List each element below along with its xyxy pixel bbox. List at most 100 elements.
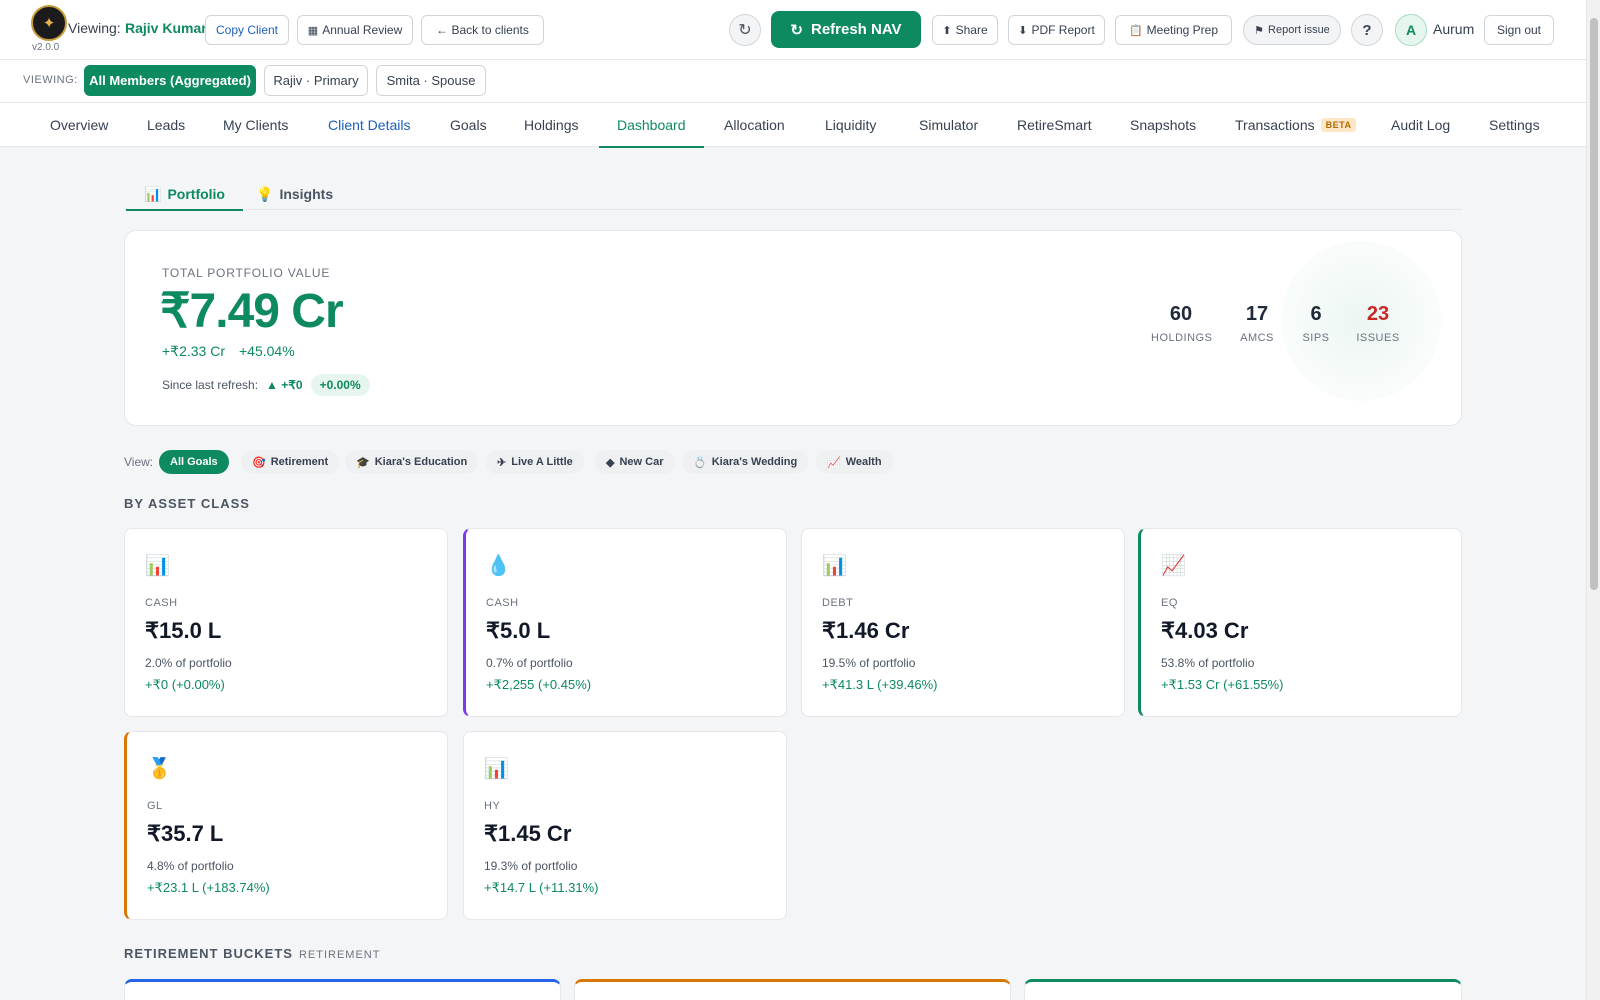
calendar-icon: ▦ <box>307 24 319 37</box>
goal-chip-retirement[interactable]: 🎯 Retirement <box>241 450 340 474</box>
member-chip-smita[interactable]: Smita · Spouse <box>376 65 486 96</box>
total-label: TOTAL PORTFOLIO VALUE <box>162 266 331 280</box>
since-pct: +0.00% <box>310 374 370 396</box>
tab-client-details[interactable]: Client Details <box>328 103 410 147</box>
airplane-icon: ✈ <box>497 456 507 469</box>
asset-portfolio-pct: 19.3% of portfolio <box>484 859 578 873</box>
goal-chip-wedding[interactable]: 💍 Kiara's Wedding <box>682 450 809 474</box>
asset-value: ₹35.7 L <box>147 821 224 846</box>
download-icon: ⬇ <box>1018 24 1028 37</box>
asset-card-hybrid[interactable]: 📊 HY ₹1.45 Cr 19.3% of portfolio +₹14.7 … <box>463 731 787 920</box>
asset-portfolio-pct: 2.0% of portfolio <box>145 656 232 670</box>
tab-dashboard[interactable]: Dashboard <box>599 103 703 148</box>
asset-value: ₹1.46 Cr <box>822 618 910 643</box>
goal-chip-live-a-little[interactable]: ✈ Live A Little <box>486 450 584 474</box>
meeting-prep-button[interactable]: 📋 Meeting Prep <box>1115 15 1232 45</box>
tab-leads[interactable]: Leads <box>147 103 185 147</box>
asset-gain: +₹0 (+0.00%) <box>145 677 225 692</box>
tab-settings[interactable]: Settings <box>1489 103 1540 147</box>
since-delta: ▲ +₹0 <box>266 378 303 392</box>
total-gain: +₹2.33 Cr +45.04% <box>162 343 295 360</box>
total-value: ₹7.49 Cr <box>160 285 344 338</box>
stat-amcs-value: 17 <box>1245 303 1269 325</box>
stat-amcs[interactable]: 17 AMCS <box>1237 303 1277 344</box>
subtab-portfolio-label: Portfolio <box>167 186 225 202</box>
tab-simulator[interactable]: Simulator <box>919 103 978 147</box>
meeting-prep-label: Meeting Prep <box>1146 23 1219 37</box>
tab-snapshots[interactable]: Snapshots <box>1130 103 1196 147</box>
refresh-nav-button[interactable]: ↻ Refresh NAV <box>771 11 921 48</box>
back-to-clients-label: ← Back to clients <box>436 23 529 37</box>
retirement-buckets-heading: RETIREMENT BUCKETS RETIREMENT <box>124 946 380 961</box>
refresh-nav-label: Refresh NAV <box>810 21 902 38</box>
top-bar: ✦ v2.0.0 Viewing: Rajiv Kumar Copy Clien… <box>0 0 1586 60</box>
total-portfolio-card: TOTAL PORTFOLIO VALUE ₹7.49 Cr +₹2.33 Cr… <box>124 230 1462 426</box>
help-button[interactable]: ? <box>1351 14 1383 46</box>
scrollbar-thumb[interactable] <box>1590 18 1598 590</box>
asset-value: ₹1.45 Cr <box>484 821 572 846</box>
tab-holdings[interactable]: Holdings <box>524 103 578 147</box>
goal-chip-education[interactable]: 🎓 Kiara's Education <box>345 450 479 474</box>
total-gain-pct: +45.04% <box>239 343 295 359</box>
tab-allocation[interactable]: Allocation <box>724 103 785 147</box>
report-issue-button[interactable]: ⚑ Report issue <box>1243 15 1341 45</box>
tab-retiresmart[interactable]: RetireSmart <box>1017 103 1092 147</box>
subtab-insights-label: Insights <box>279 186 334 202</box>
retirement-bucket-card[interactable] <box>574 979 1011 1000</box>
asset-gain: +₹1.53 Cr (+61.55%) <box>1161 677 1284 692</box>
goal-chip-wealth-label: Wealth <box>845 456 882 468</box>
goal-chip-new-car[interactable]: ◆ New Car <box>595 450 675 474</box>
stat-holdings[interactable]: 60 HOLDINGS <box>1151 303 1212 344</box>
graduation-cap-icon: 🎓 <box>356 456 370 469</box>
target-icon: 🎯 <box>252 456 266 469</box>
asset-value: ₹4.03 Cr <box>1161 618 1249 643</box>
asset-card-gold[interactable]: 🥇 GL ₹35.7 L 4.8% of portfolio +₹23.1 L … <box>124 731 448 920</box>
retirement-bucket-card[interactable] <box>1024 979 1462 1000</box>
tab-liquidity[interactable]: Liquidity <box>825 103 876 147</box>
asset-card-cash-liquid[interactable]: 💧 CASH ₹5.0 L 0.7% of portfolio +₹2,255 … <box>463 528 787 717</box>
total-gain-abs: +₹2.33 Cr <box>162 343 225 359</box>
asset-card-equity[interactable]: 📈 EQ ₹4.03 Cr 53.8% of portfolio +₹1.53 … <box>1138 528 1462 717</box>
tab-transactions[interactable]: Transactions BETA <box>1235 103 1357 147</box>
tab-my-clients[interactable]: My Clients <box>223 103 288 147</box>
goal-chip-all[interactable]: All Goals <box>159 450 229 474</box>
clipboard-icon: 📋 <box>1128 24 1143 37</box>
retirement-buckets-title: RETIREMENT BUCKETS <box>124 946 293 961</box>
avatar[interactable]: A <box>1395 14 1427 46</box>
flag-icon: ⚑ <box>1254 24 1265 37</box>
stat-sips-label: SIPS <box>1302 332 1330 344</box>
goal-chip-new-car-label: New Car <box>619 456 664 468</box>
asset-class-heading: BY ASSET CLASS <box>124 496 250 511</box>
asset-card-debt[interactable]: 📊 DEBT ₹1.46 Cr 19.5% of portfolio +₹41.… <box>801 528 1125 717</box>
goal-chip-wealth[interactable]: 📈 Wealth <box>816 450 893 474</box>
page-scrollbar[interactable] <box>1586 0 1600 1000</box>
retirement-bucket-card[interactable] <box>124 979 561 1000</box>
share-button[interactable]: ⬆ Share <box>932 15 998 45</box>
asset-type: EQ <box>1161 597 1178 609</box>
annual-review-button[interactable]: ▦ Annual Review <box>297 15 413 45</box>
stat-issues[interactable]: 23 ISSUES <box>1355 303 1401 344</box>
diamond-icon: ◆ <box>606 456 615 469</box>
subtab-portfolio[interactable]: 📊 Portfolio <box>126 178 243 211</box>
sign-out-button[interactable]: Sign out <box>1484 15 1554 45</box>
member-chip-rajiv[interactable]: Rajiv · Primary <box>264 65 368 96</box>
tab-goals[interactable]: Goals <box>450 103 487 147</box>
tab-audit-log[interactable]: Audit Log <box>1391 103 1450 147</box>
share-icon: ⬆ <box>942 24 952 37</box>
client-name: Rajiv Kumar <box>125 20 207 36</box>
app-logo[interactable]: ✦ <box>31 5 67 41</box>
asset-type: CASH <box>145 597 178 609</box>
droplet-icon: 💧 <box>486 555 511 577</box>
member-chip-all[interactable]: All Members (Aggregated) <box>84 65 256 96</box>
back-to-clients-button[interactable]: ← Back to clients <box>421 15 544 45</box>
pdf-report-button[interactable]: ⬇ PDF Report <box>1008 15 1105 45</box>
refresh-icon: ↻ <box>790 21 803 39</box>
asset-card-cash[interactable]: 📊 CASH ₹15.0 L 2.0% of portfolio +₹0 (+0… <box>124 528 448 717</box>
copy-client-button[interactable]: Copy Client <box>205 15 289 45</box>
tab-overview[interactable]: Overview <box>50 103 108 147</box>
trend-chart-icon: 📈 <box>1161 555 1186 577</box>
stat-sips-value: 6 <box>1310 303 1322 325</box>
subtab-insights[interactable]: 💡 Insights <box>256 178 333 210</box>
reload-icon[interactable]: ↻ <box>729 14 761 46</box>
stat-sips[interactable]: 6 SIPS <box>1299 303 1333 344</box>
